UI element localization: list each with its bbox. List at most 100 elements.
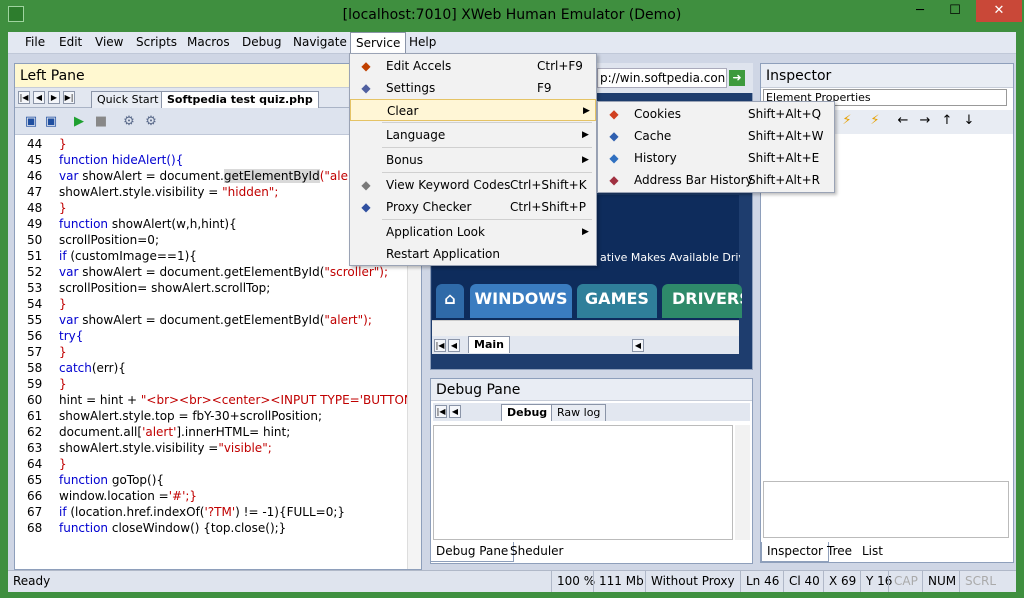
tab-tree[interactable]: Tree <box>822 542 857 562</box>
browser-hscrollbar[interactable] <box>432 320 739 336</box>
arrow-down-icon[interactable]: ↓ <box>961 113 977 129</box>
code-token: if <box>59 505 71 519</box>
tab-debug[interactable]: Debug <box>501 404 554 421</box>
menu-file[interactable]: File <box>20 32 50 54</box>
first-tab-icon[interactable]: |◀ <box>18 91 30 104</box>
debug-first-icon[interactable]: |◀ <box>435 405 447 418</box>
stop-icon[interactable]: ■ <box>93 114 109 130</box>
menu-debug[interactable]: Debug <box>237 32 286 54</box>
service-menu-item-view-keyword-codes[interactable]: ◆ View Keyword Codes Ctrl+Shift+K <box>350 174 596 196</box>
code-line: 55 var showAlert = document.getElementByI… <box>15 312 372 328</box>
code-line: 62 document.all['alert'].innerHTML= hint; <box>15 424 290 440</box>
tab-softpedia-quiz[interactable]: Softpedia test quiz.php <box>161 91 319 108</box>
line-number: 61 <box>27 409 43 423</box>
minimize-button[interactable]: ─ <box>905 0 935 22</box>
page-promo-text: ative Makes Available Driver <box>600 251 740 264</box>
menu-scripts[interactable]: Scripts <box>131 32 182 54</box>
menu-help[interactable]: Help <box>404 32 441 54</box>
debug-scrollbar[interactable] <box>735 425 750 540</box>
go-button[interactable]: ➜ <box>729 70 745 86</box>
code-token: scrollPosition= showAlert.scrollTop; <box>59 281 271 295</box>
code-token: } <box>59 137 67 151</box>
code-token: var <box>59 265 83 279</box>
service-menu-item-restart-application[interactable]: Restart Application <box>350 243 596 265</box>
site-tab-windows[interactable]: WINDOWS <box>470 284 572 318</box>
menu-edit[interactable]: Edit <box>54 32 87 54</box>
tab-sheduler[interactable]: Sheduler <box>505 542 568 562</box>
gear-icon[interactable]: ⚙ <box>121 114 137 130</box>
code-token: goTop(){ <box>111 473 165 487</box>
line-number: 47 <box>27 185 43 199</box>
menu-item-label: Bonus <box>386 153 424 167</box>
submenu-arrow-icon: ▶ <box>582 155 589 165</box>
tab-raw-log[interactable]: Raw log <box>551 404 607 421</box>
tab-list[interactable]: List <box>857 542 888 562</box>
tab-inspector[interactable]: Inspector <box>761 542 829 562</box>
close-button[interactable]: ✕ <box>976 0 1022 22</box>
clear-menu-item-cache[interactable]: ◆ Cache Shift+Alt+W <box>598 125 834 147</box>
code-token: } <box>59 201 67 215</box>
service-menu-item-edit-accels[interactable]: ◆ Edit Accels Ctrl+F9 <box>350 55 596 77</box>
menu-navigate[interactable]: Navigate <box>288 32 352 54</box>
service-menu-item-language[interactable]: Language ▶ <box>350 124 596 146</box>
tab-quick-start[interactable]: Quick Start <box>91 91 165 108</box>
home-tab-icon[interactable]: ⌂ <box>436 284 464 318</box>
code-token: function <box>59 217 112 231</box>
save-icon[interactable]: ▣ <box>23 114 39 130</box>
debug-prev-icon[interactable]: ◀ <box>449 405 461 418</box>
service-menu-item-proxy-checker[interactable]: ◆ Proxy Checker Ctrl+Shift+P <box>350 196 596 218</box>
site-tab-drivers[interactable]: DRIVERS <box>662 284 742 318</box>
address-bar[interactable]: p://win.softpedia.con <box>597 68 727 88</box>
menu-bar: File Edit View Scripts Macros Debug Navi… <box>8 32 1016 54</box>
code-line: 50 scrollPosition=0; <box>15 232 159 248</box>
address-history-icon: ◆ <box>609 173 619 187</box>
service-menu-item-settings[interactable]: ◆ Settings F9 <box>350 77 596 99</box>
save-all-icon[interactable]: ▣ <box>43 114 59 130</box>
proxy-icon: ◆ <box>361 200 371 214</box>
lightning-alt-icon[interactable]: ⚡ <box>867 113 883 129</box>
browser-tab-scroll-icon[interactable]: ◀ <box>632 339 644 352</box>
menu-view[interactable]: View <box>90 32 128 54</box>
maximize-button[interactable]: ☐ <box>940 0 970 22</box>
line-number: 56 <box>27 329 43 343</box>
line-number: 51 <box>27 249 43 263</box>
code-line: 60 hint = hint + "<br><br><center><INPUT … <box>15 392 407 408</box>
menu-separator <box>382 147 592 148</box>
next-tab-icon[interactable]: ▶ <box>48 91 60 104</box>
clear-menu-item-history[interactable]: ◆ History Shift+Alt+E <box>598 147 834 169</box>
status-cap: CAP <box>888 571 923 592</box>
code-line: 68 function closeWindow() {top.close();} <box>15 520 286 536</box>
service-menu-item-clear[interactable]: Clear ▶ <box>350 99 596 121</box>
site-tab-games[interactable]: GAMES <box>577 284 657 318</box>
tab-main[interactable]: Main <box>468 336 510 353</box>
debug-output[interactable] <box>433 425 733 540</box>
arrow-left-icon[interactable]: ← <box>895 113 911 129</box>
line-number: 49 <box>27 217 43 231</box>
code-line: 47 showAlert.style.visibility = "hidden"; <box>15 184 278 200</box>
settings-gear-icon[interactable]: ⚙ <box>143 114 159 130</box>
service-menu-item-bonus[interactable]: Bonus ▶ <box>350 149 596 171</box>
code-token: catch <box>59 361 92 375</box>
title-bar: [localhost:7010] XWeb Human Emulator (De… <box>0 0 1024 32</box>
clear-menu-item-address-bar-history[interactable]: ◆ Address Bar History Shift+Alt+R <box>598 169 834 191</box>
code-token: showAlert.style.visibility = <box>59 441 219 455</box>
code-token: hint = hint + <box>59 393 141 407</box>
service-menu-item-application-look[interactable]: Application Look ▶ <box>350 221 596 243</box>
menu-service[interactable]: Service <box>350 32 407 54</box>
code-line: 64} <box>15 456 67 472</box>
arrow-up-icon[interactable]: ↑ <box>939 113 955 129</box>
menu-macros[interactable]: Macros <box>182 32 235 54</box>
menu-item-shortcut: Ctrl+Shift+P <box>510 200 586 214</box>
prev-page-icon[interactable]: ◀ <box>448 339 460 352</box>
code-token: "<br><br><center><INPUT TYPE='BUTTON' V <box>140 393 407 407</box>
last-tab-icon[interactable]: ▶| <box>63 91 75 104</box>
prev-tab-icon[interactable]: ◀ <box>33 91 45 104</box>
run-icon[interactable]: ▶ <box>71 114 87 130</box>
first-page-icon[interactable]: |◀ <box>434 339 446 352</box>
tab-debug-pane[interactable]: Debug Pane <box>430 542 515 562</box>
clear-menu-item-cookies[interactable]: ◆ Cookies Shift+Alt+Q <box>598 103 834 125</box>
code-line: 61 showAlert.style.top = fbY-30+scrollPos… <box>15 408 322 424</box>
lightning-icon[interactable]: ⚡ <box>839 113 855 129</box>
arrow-right-icon[interactable]: → <box>917 113 933 129</box>
code-line: 44} <box>15 136 67 152</box>
